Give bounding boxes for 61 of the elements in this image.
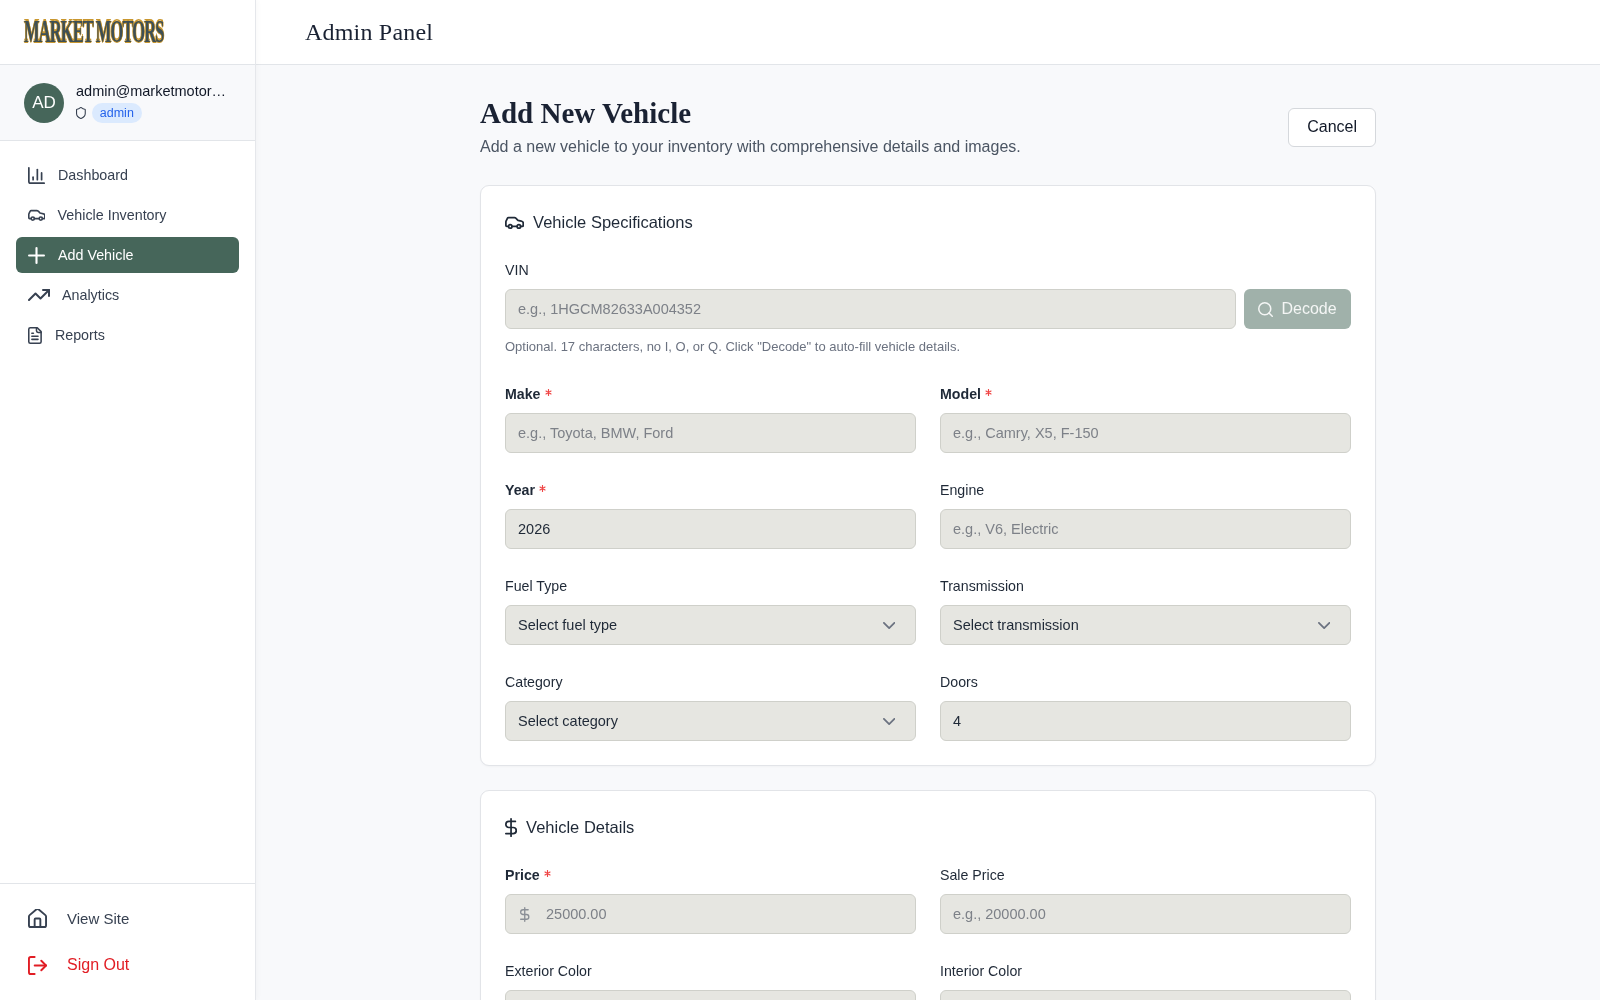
field-label: Category <box>505 674 563 690</box>
text-input[interactable]: e.g., Toyota, BMW, Ford <box>505 413 916 453</box>
car-icon <box>27 209 46 221</box>
chevron-down-icon <box>882 621 895 629</box>
field-label: Model <box>940 386 981 402</box>
bar-chart-icon <box>28 166 45 184</box>
plus-icon <box>28 246 45 264</box>
chevron-down-icon <box>882 717 895 725</box>
field-label: Transmission <box>940 578 1024 594</box>
home-icon <box>28 908 47 928</box>
select-field[interactable]: Select category <box>505 701 916 741</box>
sign-out-link[interactable]: Sign Out <box>16 947 239 983</box>
dollar-icon <box>505 817 518 837</box>
text-input[interactable]: 4 <box>940 701 1351 741</box>
user-email: admin@marketmotor… <box>76 82 227 100</box>
footer-link[interactable]: View Site <box>16 900 239 936</box>
required-asterisk-icon <box>544 388 552 396</box>
page-title: Add New Vehicle <box>480 96 693 131</box>
field-label: Interior Color <box>940 963 1022 979</box>
user-avatar: AD <box>24 82 64 123</box>
chevron-down-icon <box>1317 621 1330 629</box>
text-input[interactable]: e.g., Camry, X5, F-150 <box>940 413 1351 453</box>
nav-item[interactable]: Add Vehicle <box>16 237 239 273</box>
select-field[interactable]: Select transmission <box>940 605 1351 645</box>
cancel-button[interactable]: Cancel <box>1288 107 1376 147</box>
text-input[interactable]: e.g., 20000.00 <box>940 894 1351 934</box>
nav-item[interactable]: Reports <box>16 317 239 353</box>
logout-icon <box>28 955 47 975</box>
select-field[interactable]: Select fuel type <box>505 605 916 645</box>
field-label: Exterior Color <box>505 963 592 979</box>
field-label: VIN <box>505 262 529 278</box>
shield-icon <box>76 107 86 119</box>
field-label: Sale Price <box>940 867 1005 883</box>
field-label: Year <box>505 482 535 498</box>
field-label: Make <box>505 386 541 402</box>
required-asterisk-icon <box>985 388 992 396</box>
required-asterisk-icon <box>543 869 551 877</box>
text-input[interactable]: 25000.00 <box>505 894 916 934</box>
field-label: Doors <box>940 674 978 690</box>
text-input[interactable]: e.g., 1HGCM82633A004352 <box>505 289 1236 329</box>
page-subtitle: Add a new vehicle to your inventory with comprehensive details and images. <box>480 137 1021 157</box>
car-icon <box>505 215 525 229</box>
nav-item[interactable]: Vehicle Inventory <box>16 197 239 233</box>
text-input[interactable]: 2026 <box>505 509 916 549</box>
section-title: Vehicle Details <box>526 817 635 837</box>
app-title: Admin Panel <box>305 18 434 46</box>
required-asterisk-icon <box>539 484 546 492</box>
text-input[interactable]: e.g., V6, Electric <box>940 509 1351 549</box>
field-label: Fuel Type <box>505 578 568 594</box>
field-hint: Optional. 17 characters, no I, O, or Q. Click "Decode" to auto-fill vehicle details. <box>505 338 962 356</box>
section-title: Vehicle Specifications <box>533 212 693 232</box>
role-badge: admin <box>91 103 142 123</box>
field-label: Engine <box>940 482 985 498</box>
trend-line-icon <box>27 289 50 301</box>
brand-logo[interactable]: MARKET MOTORS <box>24 15 164 49</box>
nav-item[interactable]: Analytics <box>16 277 239 313</box>
field-label: Price <box>505 867 540 883</box>
document-icon <box>28 326 42 344</box>
search-icon <box>1258 301 1274 317</box>
nav-item[interactable]: Dashboard <box>16 157 239 193</box>
dollar-icon <box>520 906 530 922</box>
